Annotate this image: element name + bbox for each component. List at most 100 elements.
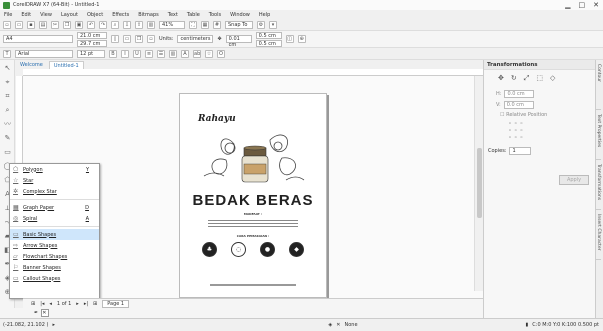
shape-tool-icon[interactable]: ⌖ xyxy=(2,77,13,88)
publish-pdf-icon[interactable]: ▥ xyxy=(147,20,155,29)
crop-tool-icon[interactable]: ⌗ xyxy=(2,91,13,102)
add-page-icon[interactable]: ⊞ xyxy=(31,301,35,307)
last-page-icon[interactable]: ▸| xyxy=(84,301,88,307)
artistic-media-icon[interactable]: ✎ xyxy=(2,133,13,144)
menu-bitmaps[interactable]: Bitmaps xyxy=(138,12,159,18)
flyout-item-callout-shapes[interactable]: ▭ Callout Shapes xyxy=(10,273,99,284)
pick-tool-icon[interactable]: ↖ xyxy=(2,63,13,74)
zoom-level-select[interactable]: 41% xyxy=(159,20,185,29)
zoom-tool-icon[interactable]: ⌕ xyxy=(2,105,13,116)
tab-transformations[interactable]: Transformations xyxy=(596,160,601,210)
copy-icon[interactable]: ❐ xyxy=(63,20,71,29)
flyout-item-banner-shapes[interactable]: ⚐ Banner Shapes xyxy=(10,262,99,273)
first-page-icon[interactable]: |◂ xyxy=(40,301,44,307)
flyout-item-arrow-shapes[interactable]: ⇨ Arrow Shapes xyxy=(10,240,99,251)
menu-object[interactable]: Object xyxy=(87,12,103,18)
menu-window[interactable]: Window xyxy=(230,12,250,18)
export-icon[interactable]: ⇧ xyxy=(135,20,143,29)
landscape-icon[interactable]: ▭ xyxy=(123,35,131,43)
paper-size-select[interactable]: A4 xyxy=(3,35,73,43)
paste-icon[interactable]: ▣ xyxy=(75,20,83,29)
character-map-icon[interactable]: O xyxy=(217,49,225,58)
freehand-tool-icon[interactable]: 〰 xyxy=(2,119,13,130)
current-page-icon[interactable]: ▫ xyxy=(147,35,155,43)
flyout-item-spiral[interactable]: ◎ Spiral A xyxy=(10,213,99,224)
page-1-tab[interactable]: Page 1 xyxy=(102,299,130,308)
duplicate-x-field[interactable]: 0.5 cm xyxy=(255,31,282,39)
treat-as-filled-icon[interactable]: ◫ xyxy=(285,35,294,43)
color-dropper-icon[interactable]: ✒ xyxy=(34,310,38,316)
import-icon[interactable]: ⇩ xyxy=(123,20,131,29)
cut-icon[interactable]: ✂ xyxy=(51,20,59,29)
add-page-end-icon[interactable]: ⊞ xyxy=(93,301,97,307)
menu-edit[interactable]: Edit xyxy=(21,12,31,18)
tab-text-properties[interactable]: Text Properties xyxy=(596,110,601,160)
vertical-text-icon[interactable]: ☆ xyxy=(205,49,213,58)
flyout-item-basic-shapes[interactable]: ▭ Basic Shapes xyxy=(10,229,99,240)
save-icon[interactable]: ▪ xyxy=(27,20,35,29)
position-icon[interactable]: ✥ xyxy=(498,74,504,83)
vertical-scroll-thumb[interactable] xyxy=(477,148,482,218)
status-arrow-icon[interactable]: ▸ xyxy=(52,322,55,328)
add-icon[interactable]: ⊕ xyxy=(297,35,306,43)
flyout-item-flowchart-shapes[interactable]: ▱ Flowchart Shapes xyxy=(10,251,99,262)
flyout-item-complex-star[interactable]: ✲ Complex Star xyxy=(10,186,99,197)
underline-icon[interactable]: U xyxy=(133,49,141,58)
flyout-item-star[interactable]: ☆ Star xyxy=(10,175,99,186)
bullet-list-icon[interactable]: ☰ xyxy=(157,49,165,58)
flyout-item-polygon[interactable]: ⬠ Polygon Y xyxy=(10,164,99,175)
open-icon[interactable]: ▭ xyxy=(15,20,23,29)
tab-untitled-1[interactable]: Untitled-1 xyxy=(48,61,84,69)
page-height-field[interactable]: 29.7 cm xyxy=(77,39,107,47)
all-pages-icon[interactable]: ❐ xyxy=(135,35,143,43)
new-document-icon[interactable]: ▫ xyxy=(3,20,11,29)
menu-effects[interactable]: Effects xyxy=(112,12,129,18)
rectangle-tool-icon[interactable]: ▭ xyxy=(2,147,13,158)
tab-welcome[interactable]: Welcome xyxy=(16,61,47,69)
columns-icon[interactable]: ▥ xyxy=(169,49,177,58)
full-screen-icon[interactable]: ⛶ xyxy=(189,20,197,29)
options-icon[interactable]: ⚙ xyxy=(257,20,265,29)
apply-button[interactable]: Apply xyxy=(559,175,589,185)
menu-view[interactable]: View xyxy=(40,12,52,18)
vertical-scrollbar[interactable] xyxy=(474,76,483,291)
text-properties-icon[interactable]: A xyxy=(181,49,189,58)
nudge-distance-field[interactable]: 0.01 cm xyxy=(225,35,252,48)
snap-to-dropdown[interactable]: Snap To xyxy=(225,20,253,29)
anchor-grid[interactable]: ∘∘∘ ∘∘∘ ∘∘∘ xyxy=(508,120,571,141)
align-icon[interactable]: ≡ xyxy=(145,49,153,58)
document-page[interactable]: Rahayu BEDAK BERAS MANFAAT : CARA PEMAKA… xyxy=(179,93,327,298)
menu-text[interactable]: Text xyxy=(168,12,178,18)
horizontal-ruler[interactable] xyxy=(23,69,483,76)
show-grid-icon[interactable]: # xyxy=(213,20,221,29)
portrait-icon[interactable]: ▯ xyxy=(111,35,119,43)
bold-icon[interactable]: B xyxy=(109,49,117,58)
search-content-icon[interactable]: ⌕ xyxy=(111,20,119,29)
flyout-item-graph-paper[interactable]: ▦ Graph Paper D xyxy=(10,202,99,213)
rotate-icon[interactable]: ↻ xyxy=(511,74,517,83)
copies-field[interactable]: 1 xyxy=(509,147,532,155)
scale-icon[interactable]: ⤢ xyxy=(524,74,530,83)
menu-tools[interactable]: Tools xyxy=(209,12,221,18)
previous-page-icon[interactable]: ◂ xyxy=(49,301,52,307)
menu-file[interactable]: File xyxy=(4,12,12,18)
minimize-button[interactable]: ▁ xyxy=(565,1,570,9)
y-field[interactable]: 0.0 cm xyxy=(503,101,534,109)
next-page-icon[interactable]: ▸ xyxy=(76,301,79,307)
duplicate-y-field[interactable]: 0.5 cm xyxy=(255,39,282,47)
relative-position-checkbox[interactable]: ☐ Relative Position xyxy=(500,112,579,118)
maximize-button[interactable]: □ xyxy=(579,1,586,9)
close-button[interactable]: ✕ xyxy=(593,1,599,9)
no-color-swatch[interactable]: ✕ xyxy=(41,309,50,317)
menu-table[interactable]: Table xyxy=(187,12,200,18)
skew-icon[interactable]: ◇ xyxy=(550,74,555,83)
size-icon[interactable]: ⬚ xyxy=(536,74,543,83)
menu-layout[interactable]: Layout xyxy=(61,12,78,18)
font-size-select[interactable]: 12 pt xyxy=(77,49,105,58)
tab-contour[interactable]: Contour xyxy=(596,60,601,110)
undo-icon[interactable]: ↶ xyxy=(87,20,95,29)
print-icon[interactable]: ▤ xyxy=(39,20,47,29)
edit-text-icon[interactable]: ab xyxy=(193,49,201,58)
application-launcher-icon[interactable]: ▾ xyxy=(269,20,277,29)
redo-icon[interactable]: ↷ xyxy=(99,20,107,29)
